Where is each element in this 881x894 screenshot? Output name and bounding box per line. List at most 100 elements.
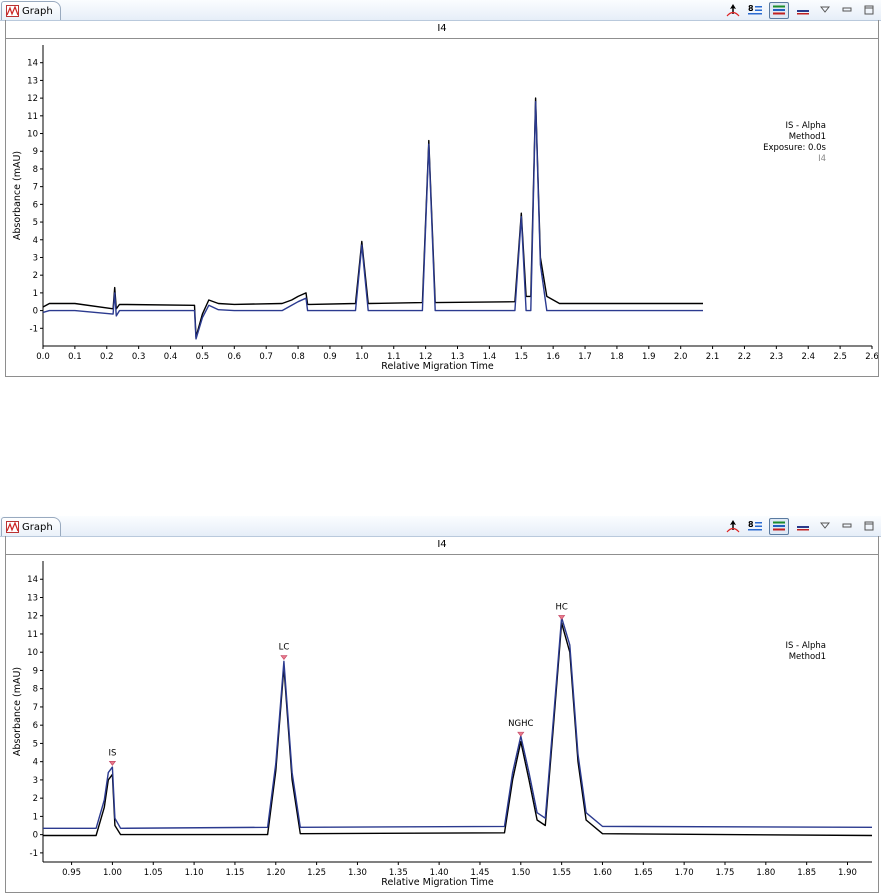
- svg-text:8: 8: [748, 4, 754, 13]
- tab-graph[interactable]: Graph: [1, 1, 61, 20]
- x-tick-label: 1.0: [355, 352, 369, 362]
- overlay-traces-icon: [773, 521, 785, 531]
- y-tick-label: 7: [33, 703, 38, 713]
- y-tick-label: 9: [33, 147, 38, 157]
- y-tick-label: 1: [33, 812, 38, 822]
- stack-traces-icon: 8: [748, 520, 762, 531]
- peak-marker-button[interactable]: [725, 519, 741, 534]
- y-tick-label: 2: [33, 271, 38, 281]
- tab-graph[interactable]: Graph: [1, 517, 61, 536]
- legend-entry: IS - Alpha: [785, 641, 826, 651]
- y-axis-label: Absorbance (mAU): [12, 151, 23, 240]
- stack-traces-button[interactable]: 8: [747, 519, 763, 534]
- y-tick-label: -1: [30, 849, 38, 859]
- y-tick-label: 12: [27, 94, 38, 104]
- legend-entry: Method1: [789, 652, 826, 662]
- overlay-traces-icon: [773, 5, 785, 15]
- x-tick-label: 1.75: [716, 868, 735, 878]
- toolbar: 8: [725, 517, 877, 535]
- minimize-button[interactable]: [839, 3, 855, 18]
- y-tick-label: 13: [27, 593, 38, 603]
- stack-traces-icon: 8: [748, 4, 762, 15]
- title-divider: [6, 554, 878, 555]
- view-menu-button[interactable]: [817, 519, 833, 534]
- maximize-icon: [864, 521, 874, 531]
- x-tick-label: 1.30: [348, 868, 367, 878]
- maximize-button[interactable]: [861, 519, 877, 534]
- series-line: [43, 616, 873, 829]
- peak-label: HC: [555, 602, 567, 612]
- overlay-traces-button[interactable]: [769, 517, 789, 535]
- series-line: [42, 97, 703, 338]
- y-tick-label: 4: [33, 236, 38, 246]
- x-tick-label: 1.10: [185, 868, 204, 878]
- svg-text:8: 8: [748, 520, 754, 529]
- minimize-icon: [842, 7, 852, 12]
- x-tick-label: 1.20: [266, 868, 285, 878]
- x-tick-label: 2.1: [706, 352, 720, 362]
- x-tick-label: 2.0: [674, 352, 688, 362]
- tab-bar: Graph 8: [0, 516, 881, 537]
- y-tick-label: 4: [33, 758, 38, 768]
- y-tick-label: 12: [27, 612, 38, 622]
- graph-frame: I4 -1 0 1 2 3 4 5 6 7 8 9 10 11 12 13 14 0.95 1.00 1.05 1.1…: [5, 536, 879, 893]
- x-tick-label: 2.3: [770, 352, 784, 362]
- graph-title: I4: [437, 23, 447, 34]
- y-tick-label: 5: [33, 218, 38, 228]
- line-style-button[interactable]: [795, 3, 811, 18]
- y-tick-label: 1: [33, 289, 38, 299]
- x-tick-label: 1.85: [797, 868, 816, 878]
- legend-entry: Method1: [789, 132, 826, 142]
- graph-title: I4: [437, 539, 447, 550]
- toolbar: 8: [725, 1, 877, 19]
- y-tick-label: 11: [27, 630, 38, 640]
- x-tick-label: 0.1: [68, 352, 82, 362]
- x-axis-label: Relative Migration Time: [381, 361, 494, 372]
- x-tick-label: 1.9: [642, 352, 656, 362]
- minimize-button[interactable]: [839, 519, 855, 534]
- legend-entry: Exposure: 0.0s: [763, 143, 826, 153]
- tab-label: Graph: [22, 521, 53, 533]
- y-tick-label: 2: [33, 794, 38, 804]
- graph-icon: [6, 5, 19, 17]
- peak-marker: [558, 615, 566, 620]
- legend-entry: IS - Alpha: [785, 121, 826, 131]
- maximize-button[interactable]: [861, 3, 877, 18]
- x-tick-label: 0.7: [259, 352, 273, 362]
- peak-marker-button[interactable]: [725, 3, 741, 18]
- view-menu-button[interactable]: [817, 3, 833, 18]
- x-tick-label: 2.4: [801, 352, 815, 362]
- x-tick-label: 2.6: [865, 352, 878, 362]
- y-tick-label: 14: [27, 575, 38, 585]
- y-tick-label: 0: [33, 307, 38, 317]
- x-tick-label: 0.4: [164, 352, 178, 362]
- peak-label: IS: [108, 748, 116, 758]
- line-style-icon: [797, 526, 809, 531]
- x-tick-label: 1.05: [144, 868, 163, 878]
- peak-label: NGHC: [508, 719, 533, 729]
- chart-plot: -1012345678910111213140.0 0.1 0.2 0.3 0.4 0.5…: [12, 45, 878, 372]
- legend-entry: I4: [818, 154, 826, 164]
- overlay-traces-button[interactable]: [769, 1, 789, 19]
- y-tick-label: 14: [27, 59, 38, 69]
- x-tick-label: 0.9: [323, 352, 337, 362]
- series-line: [43, 622, 873, 837]
- minimize-icon: [842, 523, 852, 528]
- x-tick-label: 1.5: [515, 352, 529, 362]
- y-tick-label: 3: [33, 253, 38, 263]
- x-tick-label: 1.6: [546, 352, 560, 362]
- x-tick-label: 1.00: [103, 868, 122, 878]
- tab-bar: Graph 8: [0, 0, 881, 21]
- y-tick-label: 9: [33, 666, 38, 676]
- graph-panel-2: Graph 8 I4 -1 0 1 2 3 4 5 6 7 8 9 10 11 …: [0, 516, 881, 894]
- x-tick-label: 1.70: [675, 868, 694, 878]
- peak-marker: [108, 761, 117, 766]
- y-tick-label: 10: [27, 648, 38, 658]
- y-tick-label: 6: [33, 721, 38, 731]
- x-tick-label: 1.90: [838, 868, 857, 878]
- chevron-down-icon: [820, 522, 830, 529]
- x-tick-label: 1.60: [593, 868, 612, 878]
- line-style-button[interactable]: [795, 519, 811, 534]
- stack-traces-button[interactable]: 8: [747, 3, 763, 18]
- maximize-icon: [864, 5, 874, 15]
